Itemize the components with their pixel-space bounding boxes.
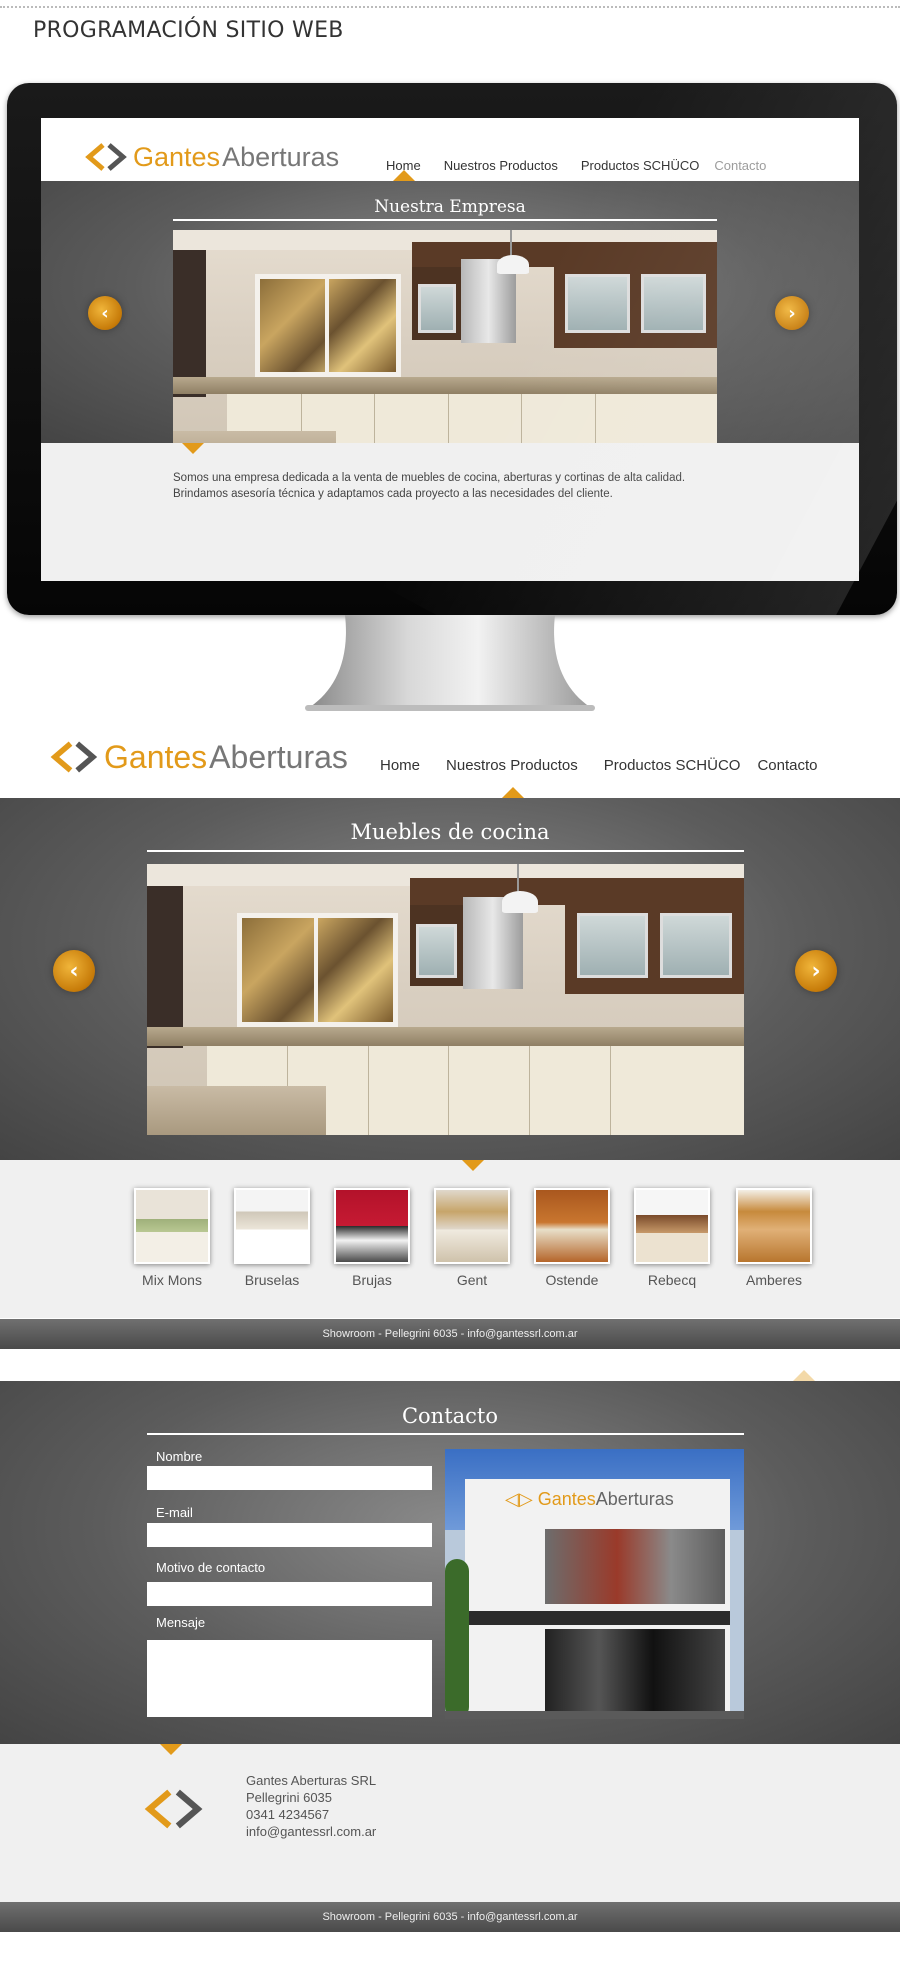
- thumb-item: Mix Mons: [133, 1188, 211, 1288]
- field-label-mensaje: Mensaje: [156, 1615, 206, 1630]
- carousel-prev-button[interactable]: ‹: [88, 296, 122, 330]
- brand-mark-icon: [50, 741, 98, 773]
- title-underline: [173, 219, 717, 221]
- contact-address: Gantes Aberturas SRL Pellegrini 6035 034…: [246, 1772, 376, 1840]
- email-input[interactable]: [147, 1523, 432, 1547]
- nav-productos-schuco[interactable]: Productos SCHÜCO: [604, 757, 741, 774]
- motivo-input[interactable]: [147, 1582, 432, 1606]
- nav-nuestros-productos[interactable]: Nuestros Productos: [444, 158, 558, 173]
- thumb-label: Amberes: [745, 1272, 803, 1288]
- company-description: Somos una empresa dedicada a la venta de…: [173, 472, 686, 500]
- street-address: Pellegrini 6035: [246, 1790, 333, 1805]
- thumb-image[interactable]: [634, 1188, 710, 1264]
- main-nav: Home Nuestros Productos Productos SCHÜCO…: [386, 158, 766, 173]
- monitor-stand: [305, 615, 595, 711]
- thumb-image[interactable]: [434, 1188, 510, 1264]
- nav-productos-schuco[interactable]: Productos SCHÜCO: [581, 158, 699, 173]
- section-title: Nuestra Empresa: [374, 197, 526, 217]
- thumbnails-indicator: [462, 1160, 484, 1171]
- thumb-item: Ostende: [533, 1188, 611, 1288]
- nav-nuestros-productos[interactable]: Nuestros Productos: [446, 757, 578, 774]
- brand-name-part1: Gantes: [104, 738, 208, 775]
- thumb-item: Brujas: [333, 1188, 411, 1288]
- thumb-label: Mix Mons: [142, 1272, 202, 1288]
- brand-name-part2: Aberturas: [209, 738, 348, 775]
- nav-contacto[interactable]: Contacto: [714, 158, 766, 173]
- description-panel: [41, 443, 859, 581]
- nombre-input[interactable]: [147, 1466, 432, 1490]
- thumb-label: Bruselas: [244, 1272, 300, 1288]
- thumb-image[interactable]: [534, 1188, 610, 1264]
- mensaje-textarea[interactable]: [147, 1640, 432, 1717]
- description-indicator: [182, 443, 204, 454]
- thumb-image[interactable]: [736, 1188, 812, 1264]
- active-nav-indicator: [793, 1370, 815, 1381]
- field-label-nombre: Nombre: [156, 1449, 203, 1464]
- monitor-screen: Gantes Aberturas Home Nuestros Productos…: [41, 118, 859, 581]
- dotted-divider: [0, 0, 900, 8]
- thumb-item: Bruselas: [233, 1188, 311, 1288]
- carousel-prev-button[interactable]: ‹: [53, 950, 95, 992]
- nav-contacto[interactable]: Contacto: [757, 757, 817, 774]
- phone-number: 0341 4234567: [246, 1807, 330, 1822]
- title-underline: [147, 850, 744, 852]
- brand-name-part1: Gantes: [133, 141, 221, 172]
- thumb-label: Ostende: [545, 1272, 599, 1288]
- thumb-item: Amberes: [735, 1188, 813, 1288]
- thumb-label: Gent: [456, 1272, 488, 1288]
- carousel-next-button[interactable]: ›: [795, 950, 837, 992]
- address-panel: [0, 1744, 900, 1902]
- brand-logo[interactable]: Gantes Aberturas: [83, 140, 339, 174]
- thumb-image[interactable]: [234, 1188, 310, 1264]
- active-nav-indicator: [393, 170, 415, 181]
- field-label-email: E-mail: [156, 1505, 193, 1520]
- page-title: PROGRAMACIÓN SITIO WEB: [33, 18, 344, 43]
- active-nav-indicator: [502, 787, 524, 798]
- thumb-item: Gent: [433, 1188, 511, 1288]
- field-label-motivo: Motivo de contacto: [156, 1560, 266, 1575]
- contact-footer: Showroom - Pellegrini 6035 - info@gantes…: [0, 1902, 900, 1932]
- monitor-frame: Gantes Aberturas Home Nuestros Productos…: [7, 83, 897, 615]
- showroom-photo: ◁▷ GantesAberturas: [445, 1449, 744, 1719]
- nav-home[interactable]: Home: [380, 757, 420, 774]
- carousel-next-button[interactable]: ›: [775, 296, 809, 330]
- email-address[interactable]: info@gantessrl.com.ar: [246, 1823, 376, 1840]
- thumb-item: Rebecq: [633, 1188, 711, 1288]
- thumb-label: Brujas: [352, 1272, 392, 1288]
- main-nav-2: Home Nuestros Productos Productos SCHÜCO…: [380, 757, 818, 774]
- products-footer: Showroom - Pellegrini 6035 - info@gantes…: [0, 1319, 900, 1349]
- title-underline: [147, 1433, 744, 1435]
- product-kitchen-image: [147, 864, 744, 1135]
- brand-logo-2[interactable]: Gantes Aberturas: [48, 738, 348, 776]
- address-indicator: [160, 1744, 182, 1755]
- thumb-image[interactable]: [134, 1188, 210, 1264]
- showroom-sign-text: ◁▷ GantesAberturas: [505, 1489, 674, 1509]
- hero-kitchen-image: [173, 230, 717, 475]
- company-name: Gantes Aberturas SRL: [246, 1773, 377, 1788]
- thumb-label: Rebecq: [647, 1272, 697, 1288]
- section-title: Contacto: [401, 1404, 499, 1428]
- brand-mark-icon: [144, 1789, 203, 1829]
- brand-mark-icon: [85, 143, 127, 171]
- section-title: Muebles de cocina: [350, 820, 550, 844]
- thumb-image[interactable]: [334, 1188, 410, 1264]
- brand-name-part2: Aberturas: [222, 141, 340, 172]
